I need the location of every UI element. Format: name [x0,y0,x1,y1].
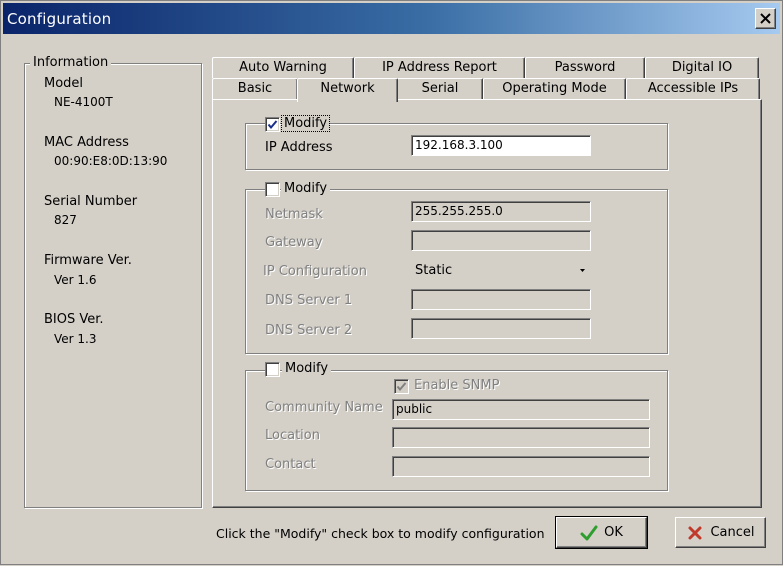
information-legend: Information [30,55,112,70]
serial-number-label: Serial Number [44,194,138,209]
red-x-icon [688,526,702,539]
network-tab-panel [212,99,762,508]
bios-version-value: Ver 1.3 [54,332,97,346]
ok-button[interactable]: OK [556,517,647,548]
modify-hint-text: Click the "Modify" check box to modify c… [216,526,545,541]
firmware-version-label: Firmware Ver. [44,253,132,268]
tab-password[interactable]: Password [525,57,645,78]
serial-number-value: 827 [54,213,77,227]
cancel-button-label: Cancel [710,525,755,540]
close-button[interactable] [755,8,776,29]
firmware-version-value: Ver 1.6 [54,273,97,287]
model-label: Model [44,76,84,91]
close-icon [760,13,771,24]
tab-serial[interactable]: Serial [397,78,483,99]
configuration-window: Configuration Information Model NE-4100T… [0,0,783,565]
ok-button-label: OK [604,525,623,540]
mac-address-value: 00:90:E8:0D:13:90 [54,154,168,168]
tab-operating-mode[interactable]: Operating Mode [483,78,626,99]
tab-network[interactable]: Network [297,78,398,102]
green-check-icon [580,525,598,540]
model-value: NE-4100T [54,95,113,109]
tab-digital-io[interactable]: Digital IO [645,57,759,78]
title-bar[interactable]: Configuration [3,3,780,34]
tab-accessible-ips[interactable]: Accessible IPs [626,78,760,99]
cancel-button[interactable]: Cancel [675,517,766,548]
tab-auto-warning[interactable]: Auto Warning [212,57,354,78]
information-group [24,63,202,508]
tab-ip-address-report[interactable]: IP Address Report [354,57,525,78]
tab-basic[interactable]: Basic [212,78,298,99]
bios-version-label: BIOS Ver. [44,312,104,327]
window-title: Configuration [7,10,112,28]
mac-address-label: MAC Address [44,135,129,150]
